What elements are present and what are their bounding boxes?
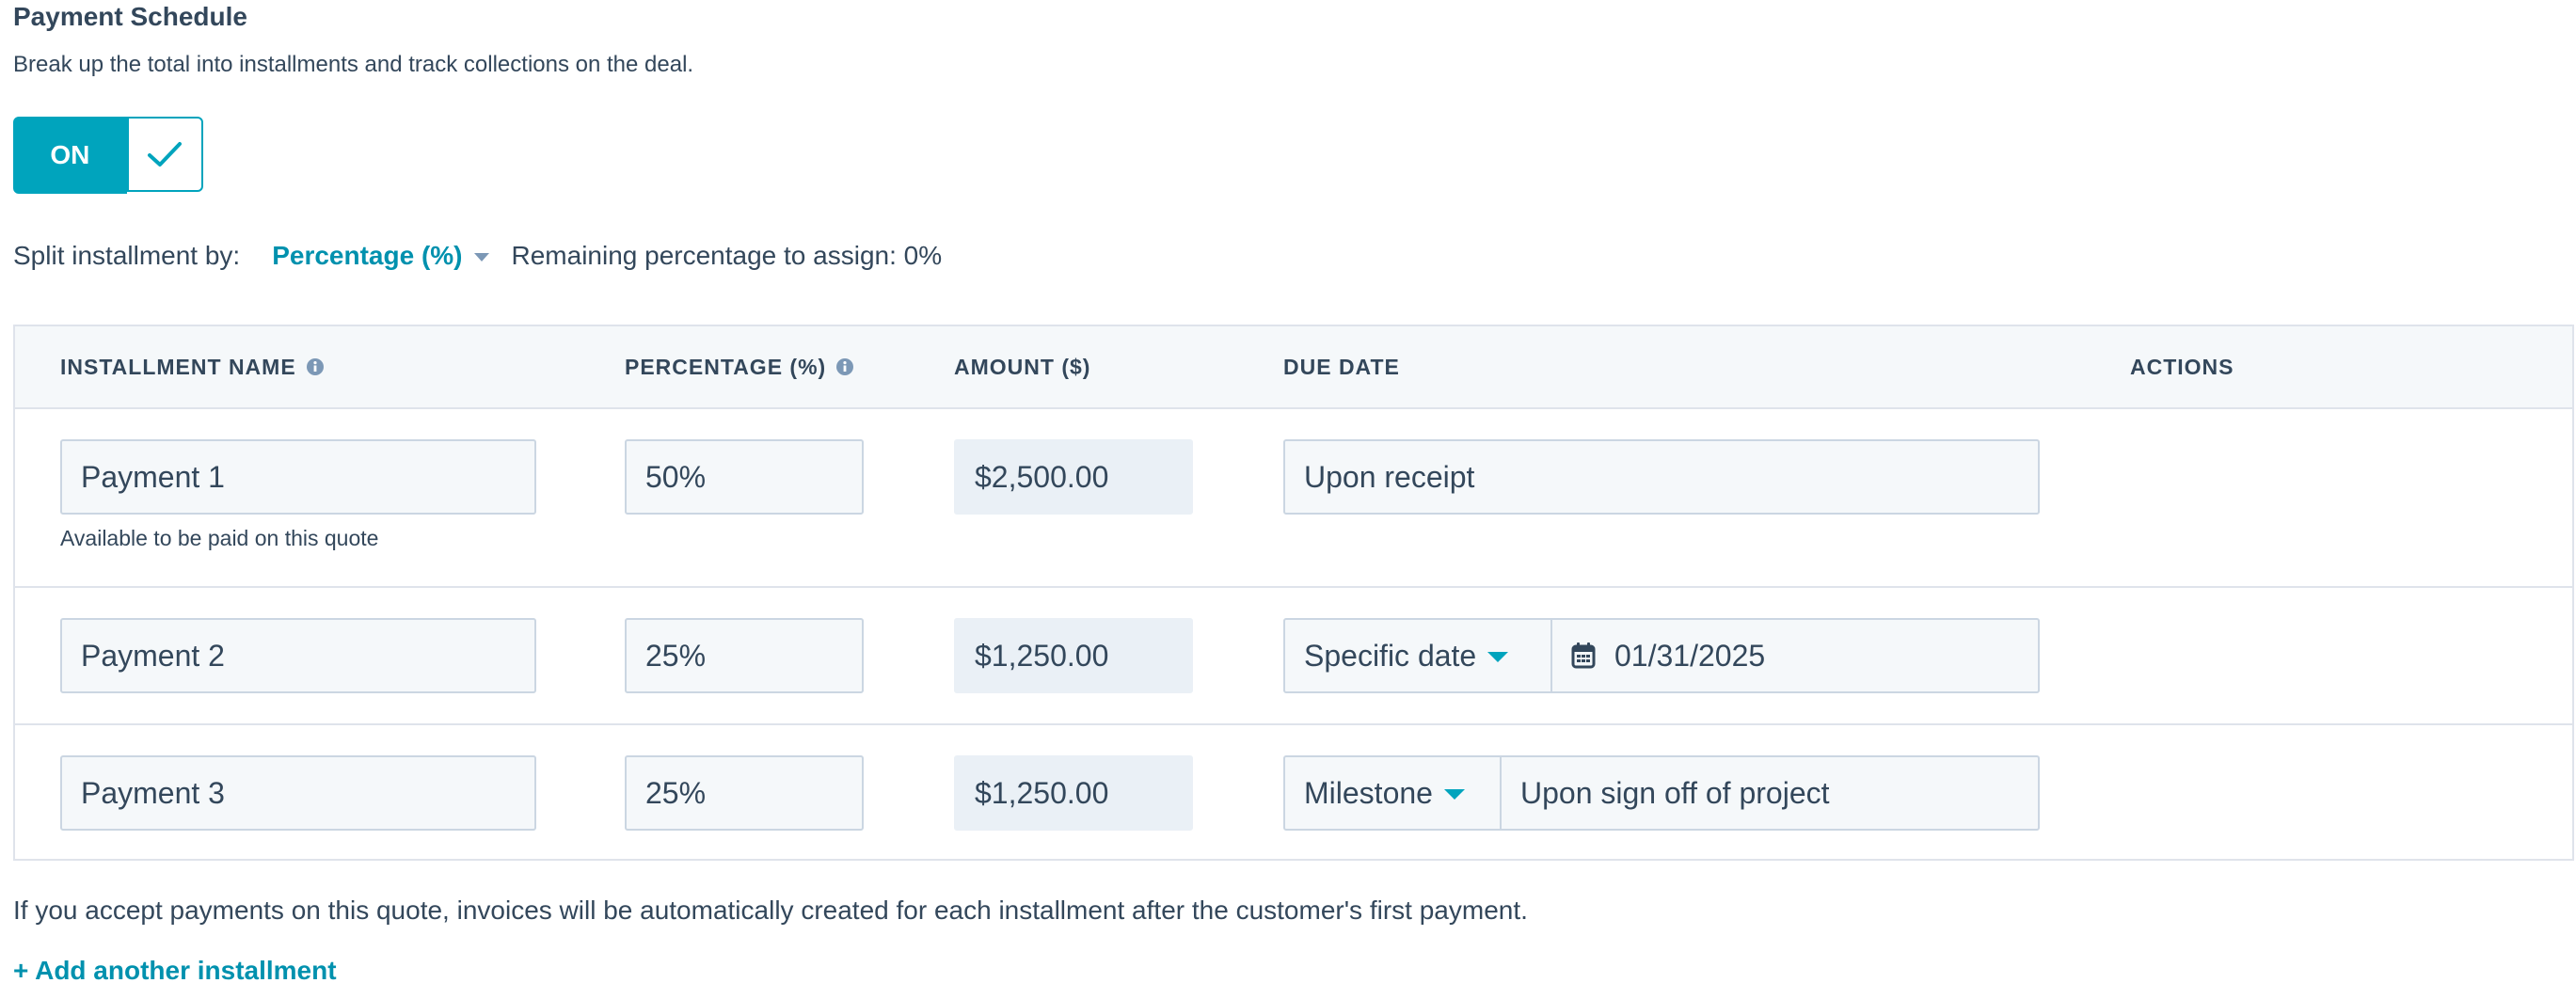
toggle-check-box (126, 117, 203, 192)
table-row: Payment 2 25% $1,250.00 Specific date 01… (15, 588, 2572, 725)
header-due-date: DUE DATE (1283, 354, 1400, 379)
due-date-type-dropdown[interactable]: Milestone (1285, 757, 1502, 829)
caret-down-icon (473, 253, 489, 262)
installment-name-input[interactable]: Payment 2 (60, 618, 536, 693)
table-header: INSTALLMENT NAME PERCENTAGE (%) AMOUNT (… (15, 326, 2572, 409)
header-percentage: PERCENTAGE (%) (625, 326, 854, 407)
milestone-input[interactable]: Upon sign off of project (1502, 757, 2038, 829)
add-installment-link[interactable]: + Add another installment (13, 956, 337, 986)
section-title: Payment Schedule (13, 2, 247, 31)
header-actions: ACTIONS (2130, 354, 2234, 379)
invoice-footnote: If you accept payments on this quote, in… (13, 896, 1528, 925)
split-label: Split installment by: (13, 241, 241, 270)
installment-name-input[interactable]: Payment 1 (60, 439, 536, 515)
calendar-icon (1571, 642, 1596, 669)
info-icon[interactable] (835, 357, 854, 376)
date-picker-input[interactable]: 01/31/2025 (1552, 620, 2038, 691)
amount-value: $2,500.00 (954, 439, 1193, 515)
payment-schedule-toggle[interactable]: ON (13, 117, 203, 194)
due-date-value: 01/31/2025 (1614, 638, 1766, 673)
split-type-value: Percentage (%) (272, 241, 463, 270)
amount-value: $1,250.00 (954, 755, 1193, 831)
header-installment-name: INSTALLMENT NAME (60, 326, 325, 407)
section-description: Break up the total into installments and… (13, 52, 694, 77)
due-date-compound-field: Milestone Upon sign off of project (1283, 755, 2040, 831)
info-icon[interactable] (306, 357, 325, 376)
percentage-input[interactable]: 25% (625, 755, 864, 831)
due-date-type-value: Specific date (1304, 638, 1477, 673)
due-date-dropdown[interactable]: Upon receipt (1283, 439, 2040, 515)
caret-down-icon (1487, 651, 1509, 662)
header-installment-name-label: INSTALLMENT NAME (60, 354, 296, 379)
installments-table: INSTALLMENT NAME PERCENTAGE (%) AMOUNT (… (13, 325, 2574, 861)
toggle-on-label: ON (13, 117, 127, 194)
header-percentage-label: PERCENTAGE (%) (625, 354, 827, 379)
header-amount: AMOUNT ($) (954, 354, 1091, 379)
remaining-percentage: Remaining percentage to assign: 0% (511, 241, 943, 270)
due-date-compound-field: Specific date 01/31/2025 (1283, 618, 2040, 693)
percentage-input[interactable]: 50% (625, 439, 864, 515)
due-date-type-dropdown[interactable]: Specific date (1285, 620, 1552, 691)
percentage-input[interactable]: 25% (625, 618, 864, 693)
payment-schedule-page: Payment Schedule Break up the total into… (0, 0, 2576, 999)
caret-down-icon (1443, 788, 1465, 800)
check-icon (148, 142, 183, 166)
due-date-type-value: Milestone (1304, 775, 1433, 810)
installment-name-input[interactable]: Payment 3 (60, 755, 536, 831)
installment-helper-text: Available to be paid on this quote (60, 526, 379, 550)
amount-value: $1,250.00 (954, 618, 1193, 693)
table-row: Payment 3 25% $1,250.00 Milestone Upon s… (15, 725, 2572, 859)
split-type-dropdown[interactable]: Percentage (%) (272, 241, 489, 271)
table-row: Payment 1 Available to be paid on this q… (15, 409, 2572, 588)
split-installment-row: Split installment by: Percentage (%) Rem… (13, 237, 942, 275)
